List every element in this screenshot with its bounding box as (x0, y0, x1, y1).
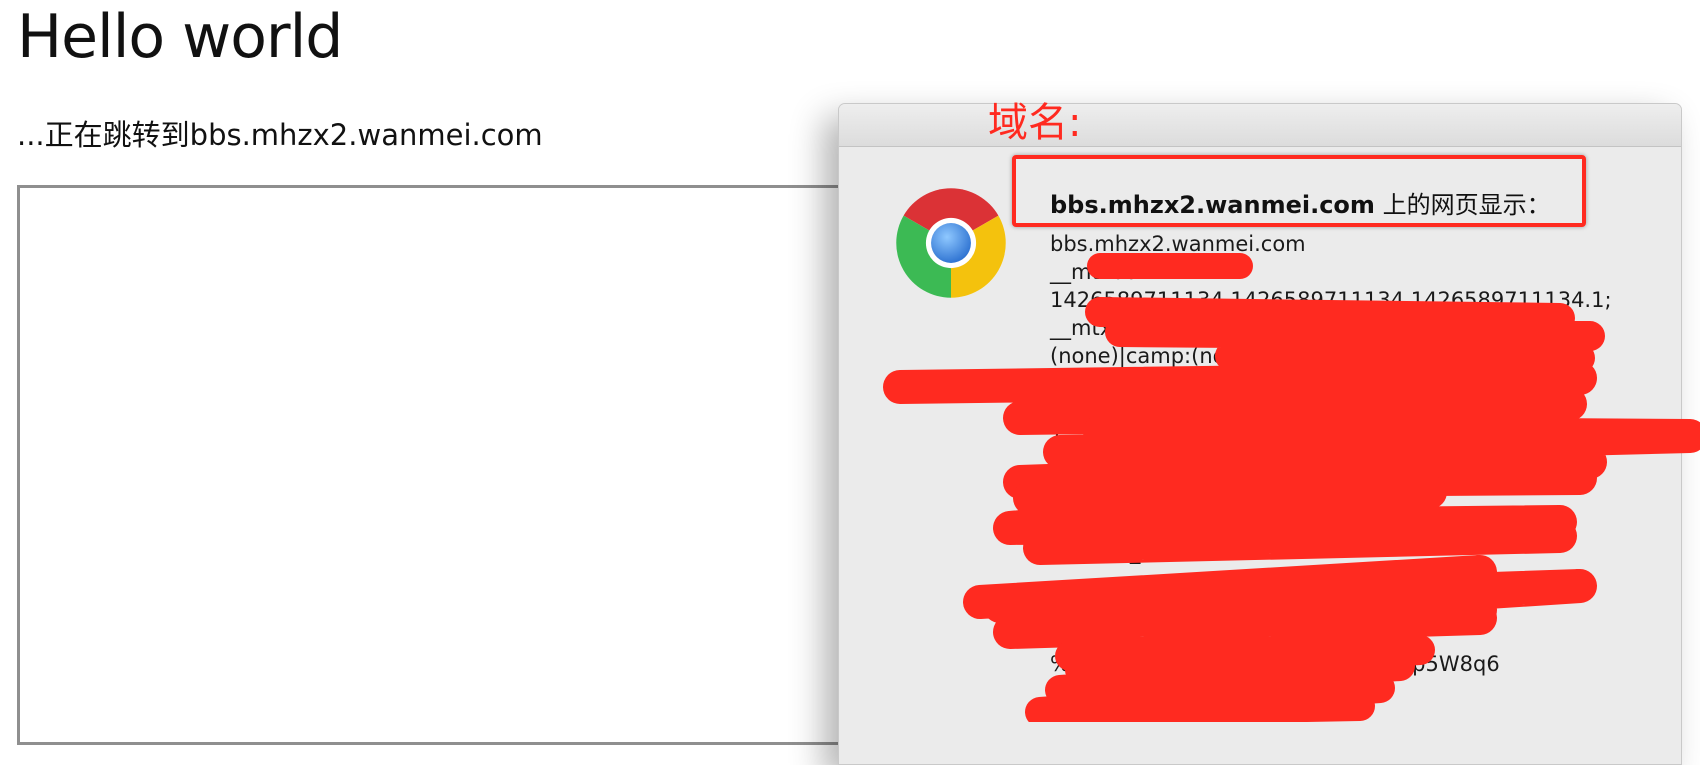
page-title: Hello world (17, 2, 343, 72)
message-line (1050, 566, 1645, 594)
message-line: (none)|camp:(none) (1050, 344, 1260, 368)
annotation-highlight-box (1012, 155, 1586, 227)
message-line (1050, 594, 1645, 622)
message-line: vDV (1050, 456, 1093, 480)
dialog-titlebar (839, 104, 1681, 147)
message-line (1050, 370, 1645, 398)
message-line: b; (1050, 680, 1071, 704)
redirect-text: ...正在跳转到bbs.mhzx2.wanmei.com (17, 118, 543, 152)
message-line: bbs.mhzx2.wanmei.com (1050, 232, 1306, 256)
chrome-icon (896, 188, 1006, 298)
message-line: kpm=1; (1050, 484, 1134, 508)
message-line: 1naE_2 (1050, 428, 1127, 452)
message-line: 1naE_2132 (1050, 400, 1167, 424)
annotation-label: 域名: (988, 100, 1082, 146)
message-line: 1naE_2 lastcheck 42658987 (1050, 512, 1347, 536)
message-line: 1426589711134.1426589711134.142658971113… (1050, 288, 1612, 312)
message-line: __mtxsr=csr:mhz (1050, 316, 1232, 340)
message-line: __mtxud= (1050, 260, 1157, 284)
message-line: 1naE_2132_s phJ (1050, 624, 1228, 648)
dialog-message: bbs.mhzx2.wanmei.com __mtxud= 1426589711… (1050, 230, 1645, 706)
message-line: %2FFQ wDVSUWmVE KDDmD7m6p5W8q6 (1050, 652, 1500, 676)
message-line: 6; 1naE_2132 (1050, 540, 1194, 564)
